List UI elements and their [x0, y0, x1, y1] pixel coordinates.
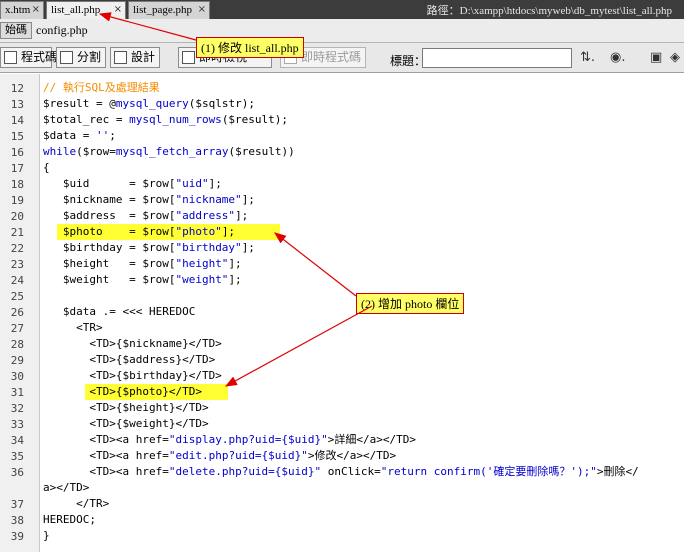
annotation-arrows: [98, 12, 373, 387]
arrow-to-line-31: [224, 305, 373, 387]
arrow-to-line-21: [274, 232, 357, 297]
arrow-to-tab: [98, 12, 197, 41]
